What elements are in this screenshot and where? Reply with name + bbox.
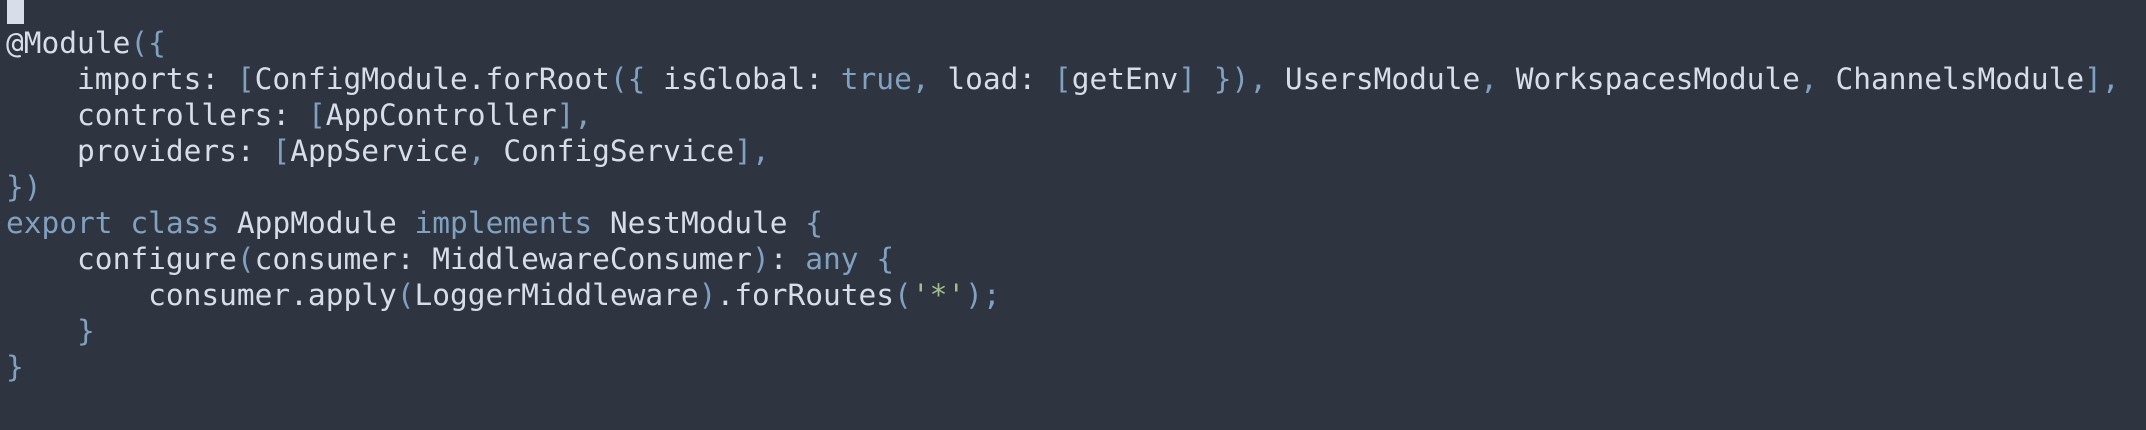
code-token: , [1799,62,1818,96]
code-token: class [130,206,220,240]
code-token: } [6,314,95,348]
code-line[interactable]: providers: [AppService, ConfigService], [6,133,2120,169]
code-token: AppService [290,134,468,168]
code-token: export [6,206,113,240]
code-token: ], [734,134,770,168]
code-content[interactable]: @Module({ imports: [ConfigModule.forRoot… [6,25,2120,385]
code-token: } [6,350,24,384]
code-token: }) [6,170,42,204]
code-token: LoggerMiddleware [414,278,699,312]
code-line[interactable]: consumer.apply(LoggerMiddleware).forRout… [6,277,2120,313]
text-cursor [7,0,24,24]
code-token: '*' [911,278,966,312]
code-token: getEnv [1071,62,1179,96]
code-token: imports: [6,62,237,96]
code-token: , [467,134,486,168]
code-line[interactable]: }) [6,169,2120,205]
code-token: ] [1178,62,1197,96]
code-token: load: [929,62,1054,96]
code-line[interactable]: imports: [ConfigModule.forRoot({ isGloba… [6,61,2120,97]
code-token: consumer: MiddlewareConsumer [254,242,752,276]
code-line[interactable]: } [6,349,2120,385]
code-token: ( [236,242,255,276]
code-token: ConfigService [485,134,735,168]
code-token: { [805,206,824,240]
code-token: ({ [130,26,166,60]
code-token: ); [965,278,1001,312]
code-editor[interactable]: @Module({ imports: [ConfigModule.forRoot… [0,0,2146,430]
code-line[interactable]: export class AppModule implements NestMo… [6,205,2120,241]
code-token: any [805,242,859,276]
code-token: , [1480,62,1498,96]
code-token: : [769,242,806,276]
code-line[interactable]: controllers: [AppController], [6,97,2120,133]
code-token: ], [556,98,593,132]
code-token: ( [894,278,912,312]
code-line[interactable]: configure(consumer: MiddlewareConsumer):… [6,241,2120,277]
code-line[interactable]: @Module({ [6,25,2120,61]
code-token: providers: [6,134,273,168]
code-token: , [911,62,930,96]
code-token: consumer.apply [6,278,397,312]
code-token: ChannelsModule [1817,62,2085,96]
code-token: ConfigModule.forRoot [254,62,610,96]
code-token: [ [236,62,255,96]
code-token: ({ [609,62,646,96]
code-token: NestModule [592,206,806,240]
code-token: [ [272,134,291,168]
code-token: ], [2084,62,2120,96]
code-line[interactable]: } [6,313,2120,349]
code-token: ) [751,242,770,276]
code-token: controllers: [6,98,308,132]
code-token: @Module [6,26,131,60]
code-token: AppController [325,98,557,132]
code-token: [ [307,98,326,132]
code-token: UsersModule [1267,62,1481,96]
code-token: configure [6,242,237,276]
code-token: .forRoutes [716,278,895,312]
code-token: ( [396,278,415,312]
code-token: { [876,242,895,276]
code-token: implements [414,206,593,240]
code-token: ) [698,278,717,312]
code-token: AppModule [219,206,415,240]
code-token: isGlobal: [645,62,841,96]
code-token: }), [1213,62,1268,96]
code-token: true [840,62,912,96]
code-token: [ [1053,62,1072,96]
code-token: WorkspacesModule [1498,62,1800,96]
